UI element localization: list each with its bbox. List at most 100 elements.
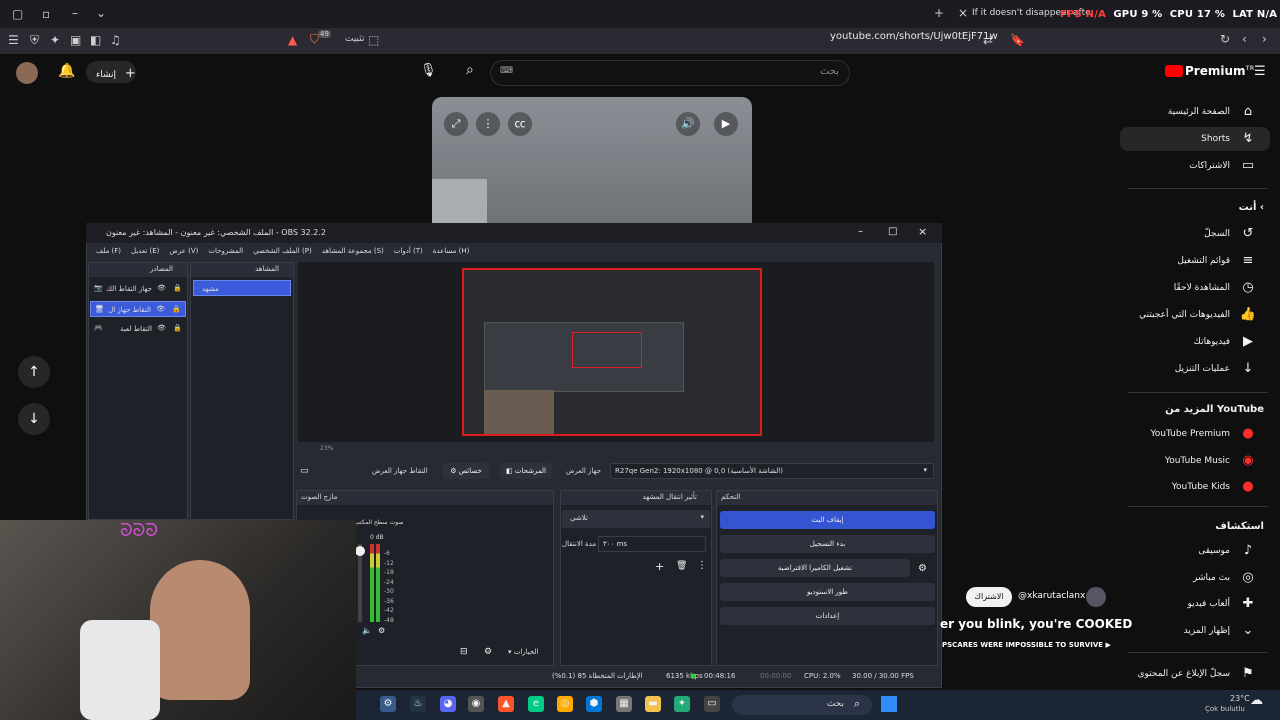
subscribe-button[interactable]: الاشتراك <box>966 587 1012 607</box>
taskbar-search[interactable]: بحث <box>732 695 872 715</box>
mixer-options[interactable]: ▾ الخيارات <box>508 648 539 656</box>
url-field[interactable]: youtube.com/shorts/Ujw0tEjF71w <box>830 31 998 42</box>
obs-menu-item[interactable]: مساعدة (H) <box>433 247 470 255</box>
microphone-icon[interactable]: 🎙 <box>420 63 437 78</box>
volume-slider-handle[interactable] <box>355 546 365 556</box>
mixer-settings-icon[interactable]: ⚙ <box>378 626 385 635</box>
windows-start-icon[interactable] <box>881 696 897 712</box>
captions-icon[interactable]: ㏄ <box>508 112 532 136</box>
bookmark-icon[interactable]: 🔖 <box>1010 33 1025 47</box>
sidebar-item-download[interactable]: عمليات التنزيل ↓ <box>1120 357 1260 381</box>
close-icon[interactable]: × <box>918 225 927 238</box>
filters-button[interactable]: ◧ المرشحات <box>500 463 552 479</box>
source-item[interactable]: 🖥 التقاط جهاز ال 👁 🔒 <box>90 301 186 317</box>
obs-menu-item[interactable]: أدوات (T) <box>394 247 423 255</box>
forward-icon[interactable]: › <box>1262 32 1267 46</box>
obs-menu-item[interactable]: تعديل (E) <box>131 247 159 255</box>
play-icon[interactable]: ▶ <box>714 112 738 136</box>
control-button[interactable]: إعدادات <box>720 607 935 625</box>
weather-temp[interactable]: 23°C <box>1230 694 1250 703</box>
sidebar-item-chevron-down[interactable]: إظهار المزيد ⌄ <box>1120 619 1260 643</box>
sidebar-item-yt-premium[interactable]: YouTube Premium ● <box>1120 422 1260 446</box>
source-item[interactable]: 📷 جهاز التقاط الك 👁 🔒 <box>90 281 186 297</box>
fullscreen-icon[interactable]: ⤢ <box>444 112 468 136</box>
scene-item[interactable]: مشهد <box>193 280 291 296</box>
obs-menu-item[interactable]: المشروحات <box>208 247 243 255</box>
gear-icon[interactable]: ⚙ <box>484 647 492 657</box>
weather-desc[interactable]: Çok bulutlu <box>1205 705 1245 713</box>
window-menu-icon[interactable]: ▢ <box>12 7 23 21</box>
steam-icon[interactable]: ♨ <box>410 696 426 712</box>
discord-icon[interactable]: ◕ <box>440 696 456 712</box>
close-tab-icon[interactable]: × <box>958 6 968 20</box>
sidebar-item-like[interactable]: الفيديوهات التي أعجبتني 👍 <box>1120 303 1260 327</box>
reload-icon[interactable]: ↻ <box>1220 32 1230 46</box>
search-input[interactable] <box>490 60 850 86</box>
sidebar-item-your-videos[interactable]: فيديوهاتك ▶ <box>1120 330 1260 354</box>
obs-menu-item[interactable]: مجموعة المشاهد (S) <box>322 247 384 255</box>
extensions-icon[interactable]: ✦ <box>50 33 60 47</box>
brave-rewards-icon[interactable]: ▲ <box>288 33 297 47</box>
folder-icon[interactable]: ▬ <box>645 696 661 712</box>
chrome-icon[interactable]: ◎ <box>557 696 573 712</box>
add-icon[interactable]: + <box>655 560 664 573</box>
short-title[interactable]: er you blink, you're COOKED <box>940 617 1132 631</box>
sidebar-item-history[interactable]: السجلّ ↺ <box>1120 222 1260 246</box>
edge-icon[interactable]: e <box>528 696 544 712</box>
control-button[interactable]: طور الاستوديو <box>720 583 935 601</box>
back-icon[interactable]: ‹ <box>1242 32 1247 46</box>
new-tab-icon[interactable]: + <box>934 6 944 20</box>
sidebar-item-gaming[interactable]: ألعاب فيديو ✚ <box>1120 592 1260 616</box>
chevron-down-icon[interactable]: ⌄ <box>96 6 106 20</box>
duration-input[interactable]: ٣٠٠ ms <box>598 536 706 552</box>
sidebar-item-live[interactable]: بث مباشر ◎ <box>1120 566 1260 590</box>
bell-icon[interactable]: 🔔 <box>58 63 75 79</box>
control-button[interactable]: تشغيل الكاميرا الافتراضية <box>720 559 910 577</box>
create-button[interactable]: إنشاء + <box>86 61 136 83</box>
obs-taskbar-icon[interactable]: ⚙ <box>380 696 396 712</box>
device-select[interactable]: R27qe Gen2: 1920x1080 @ 0,0 (الشاشة الأس… <box>610 463 934 479</box>
obs-menu-item[interactable]: عرض (V) <box>169 247 198 255</box>
hamburger-menu-icon[interactable]: ☰ <box>8 33 19 47</box>
control-button[interactable]: بدء التسجيل <box>720 535 935 553</box>
task-view-icon[interactable]: ▭ <box>704 696 720 712</box>
speaker-icon[interactable]: 🔈 <box>362 626 372 635</box>
sidebar-item-yt-music[interactable]: YouTube Music ◉ <box>1120 449 1260 473</box>
channel-name[interactable]: @xkarutaclanx <box>1018 591 1085 601</box>
properties-button[interactable]: ⚙ خصائص <box>443 463 489 479</box>
music-note-icon[interactable]: ♫ <box>110 33 121 47</box>
lock-icon[interactable]: 🔒 <box>173 324 182 332</box>
control-button[interactable]: إيقاف البث <box>720 511 935 529</box>
avatar[interactable] <box>16 62 38 84</box>
install-icon[interactable]: ⬚ <box>368 33 379 47</box>
hamburger-menu-icon[interactable]: ☰ <box>1254 64 1266 79</box>
sidebar-more-header[interactable]: المزيد من YouTube <box>1165 404 1264 415</box>
layout-icon[interactable]: ⊟ <box>460 647 468 657</box>
sidebar-item-playlists[interactable]: قوائم التشغيل ≡ <box>1120 249 1260 273</box>
shield-icon[interactable]: ⛨ <box>30 33 39 48</box>
trash-icon[interactable]: 🗑 <box>676 561 687 571</box>
sidebar-explore-header[interactable]: استكشاف <box>1215 521 1264 532</box>
volume-icon[interactable]: 🔊 <box>676 112 700 136</box>
obs-menu-item[interactable]: الملف الشخصي (P) <box>253 247 312 255</box>
window-icon[interactable]: ▦ <box>616 696 632 712</box>
sidebar-item-subscriptions[interactable]: الاشتراكات ▭ <box>1120 154 1260 178</box>
maximize-icon[interactable]: □ <box>888 226 897 237</box>
preview-canvas[interactable] <box>462 268 762 436</box>
youtube-logo[interactable]: PremiumTR <box>1165 64 1254 78</box>
keyboard-icon[interactable]: ⌨ <box>500 66 513 76</box>
sidebar-icon[interactable]: ◧ <box>90 33 101 47</box>
sidebar-item-shorts[interactable]: Shorts ↯ <box>1120 127 1270 151</box>
sidebar-item-music[interactable]: موسيقى ♪ <box>1120 539 1260 563</box>
eye-icon[interactable]: 👁 <box>157 324 166 332</box>
sidebar-item-watch-later[interactable]: المشاهدة لاحقًا ◷ <box>1120 276 1260 300</box>
transition-select[interactable]: تلاشي ▾ <box>562 510 710 528</box>
channel-avatar[interactable] <box>1086 587 1106 607</box>
eye-icon[interactable]: 👁 <box>156 305 165 313</box>
tabs-icon[interactable]: ▣ <box>70 33 81 47</box>
store-icon[interactable]: ⬢ <box>586 696 602 712</box>
search-icon[interactable]: ⌕ <box>466 62 474 78</box>
lock-icon[interactable]: 🔒 <box>172 305 181 313</box>
minimize-icon[interactable]: – <box>858 226 863 237</box>
more-options-icon[interactable]: ⋮ <box>697 560 707 571</box>
